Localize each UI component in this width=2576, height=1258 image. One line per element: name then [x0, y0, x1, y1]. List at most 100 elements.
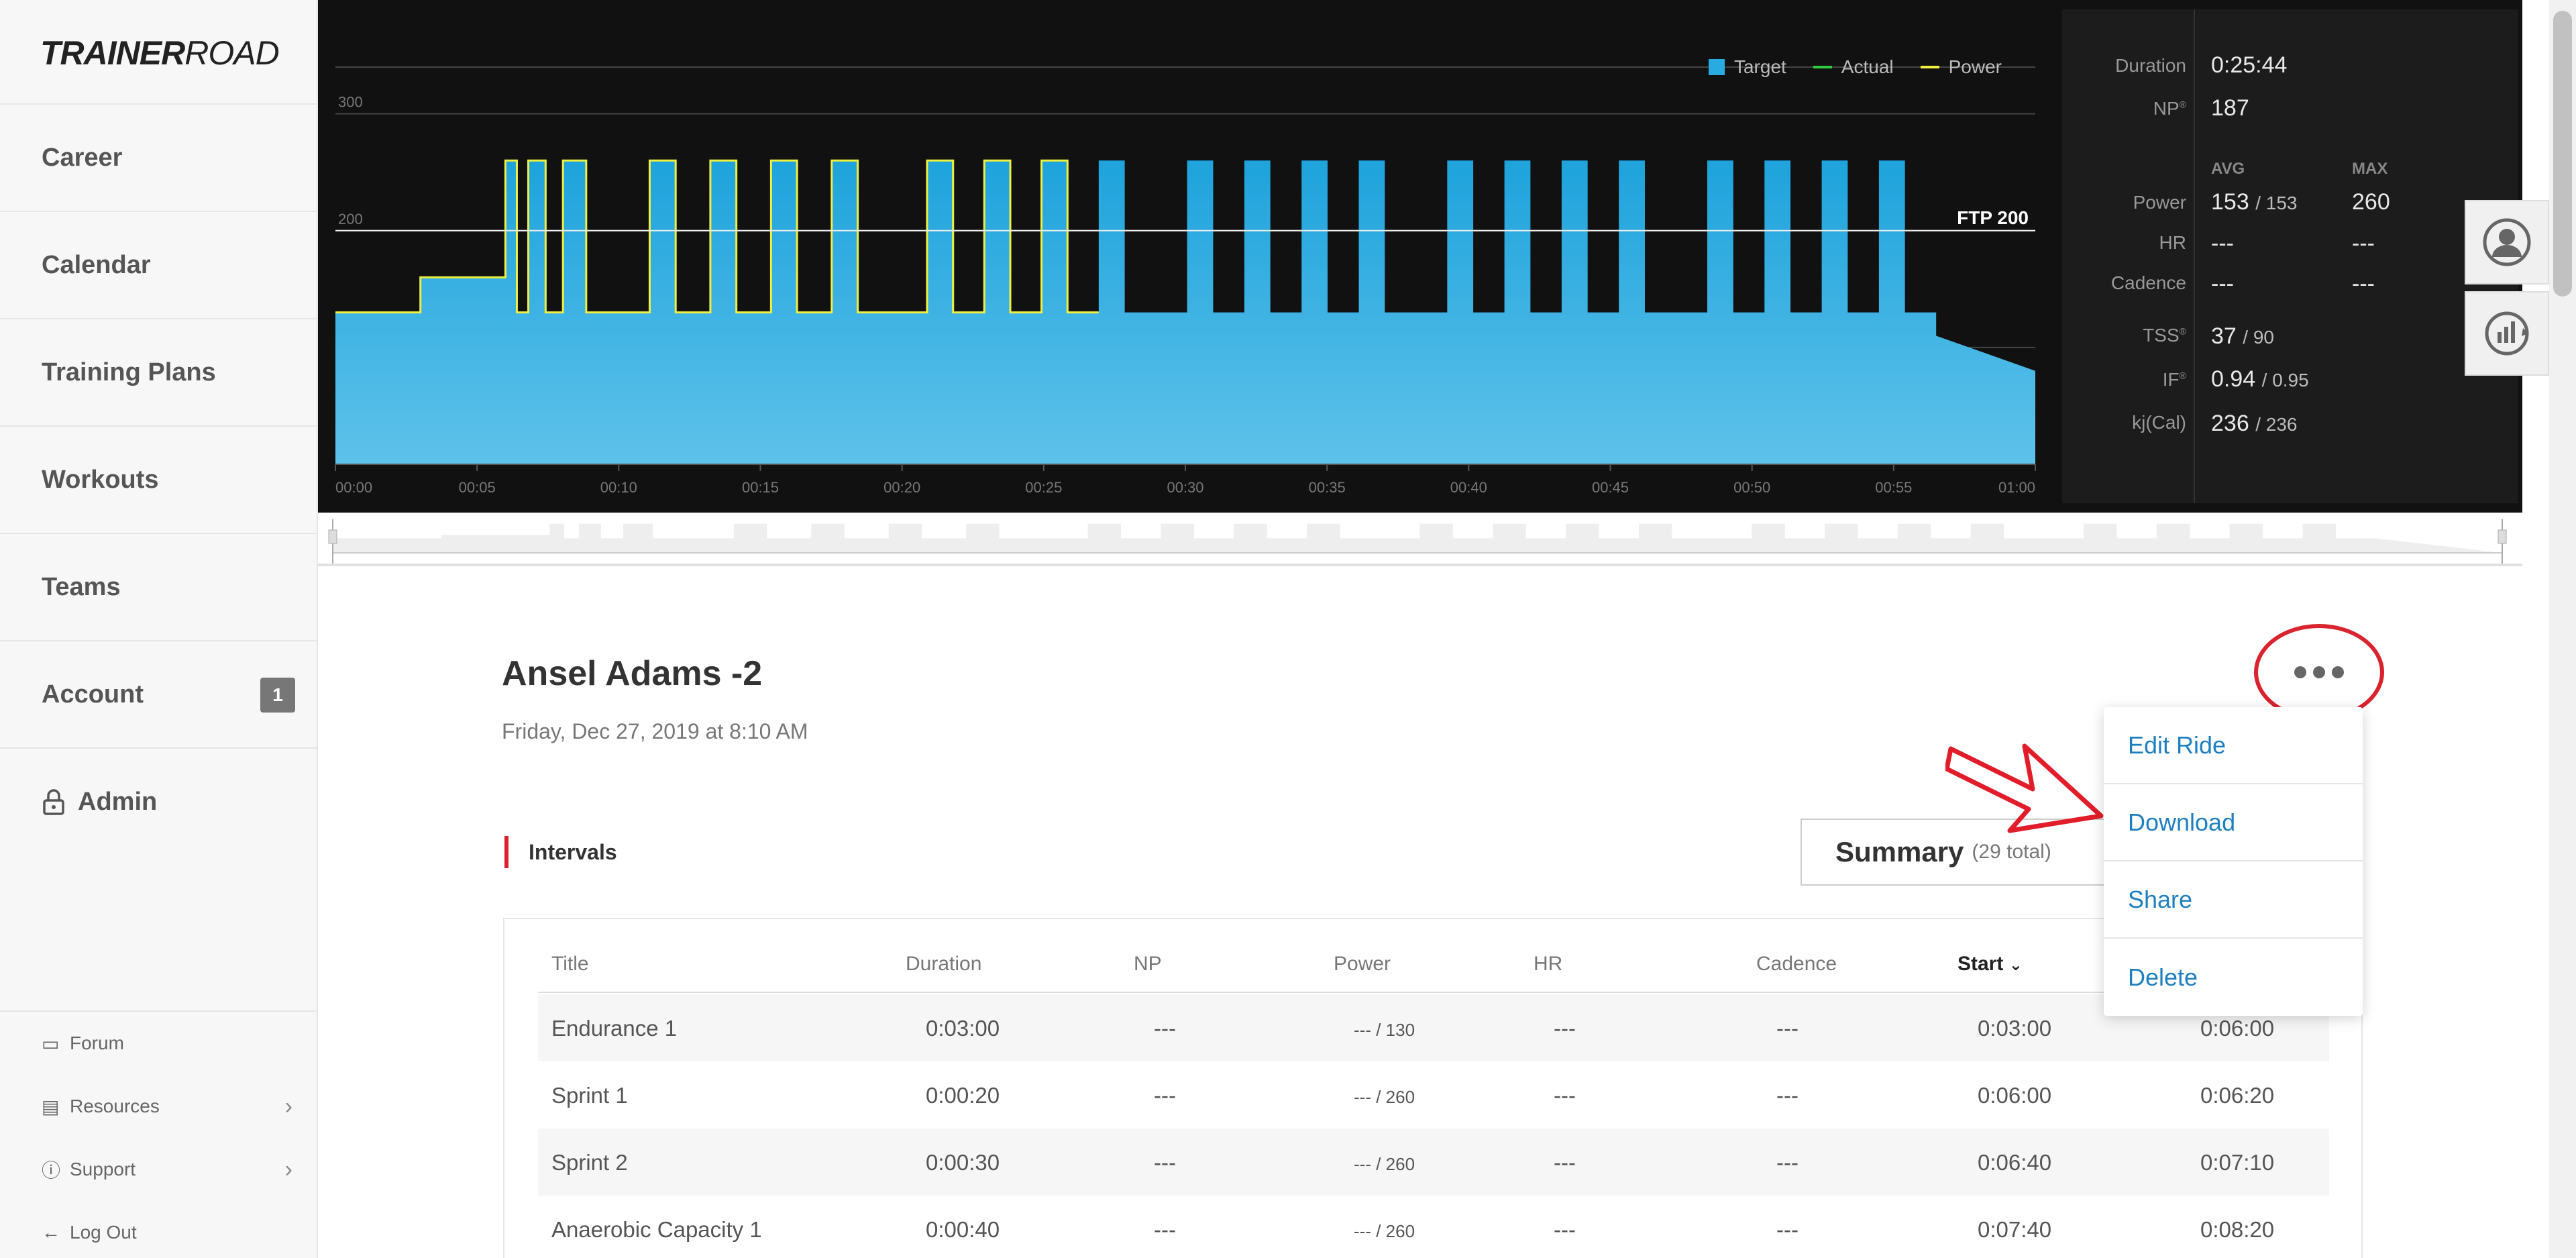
duration-label: Duration — [2115, 55, 2186, 76]
overview-svg — [328, 519, 2507, 564]
legend-swatch — [1813, 66, 1832, 68]
cell-power: --- / 130 — [1354, 1020, 1415, 1040]
cell-title: Sprint 1 — [551, 1083, 628, 1108]
sidebar-item-calendar[interactable]: Calendar — [0, 211, 317, 318]
trainerroad-logo[interactable]: TRAINERROAD — [40, 34, 280, 72]
notification-badge: 1 — [260, 678, 295, 713]
table-row[interactable]: Endurance 1 0:03:00 --- --- / 130 --- --… — [538, 994, 2329, 1061]
table-row[interactable]: Sprint 1 0:00:20 --- --- / 260 --- --- 0… — [538, 1061, 2329, 1129]
col-duration[interactable]: Duration — [906, 953, 981, 976]
cell-np: --- — [1154, 1217, 1176, 1242]
cell-end: 0:08:20 — [2200, 1217, 2275, 1242]
cell-end: 0:06:20 — [2200, 1083, 2275, 1108]
summary-count: (29 total) — [1972, 841, 2051, 863]
x-tick-label: 00:15 — [742, 479, 779, 496]
more-dot — [2332, 666, 2344, 678]
chart-legend: Target Actual Power — [1708, 56, 2002, 78]
hr-max-value: --- — [2352, 231, 2375, 256]
sidebar-item-account[interactable]: Account 1 — [0, 640, 317, 747]
x-tick-label: 00:05 — [459, 479, 496, 496]
x-tick-label: 00:30 — [1167, 479, 1203, 496]
chat-icon: ▭ — [42, 1033, 60, 1054]
cell-title: Sprint 2 — [551, 1150, 628, 1175]
profile-button[interactable] — [2465, 200, 2549, 284]
sidebar-footer: ▭ Forum ▤ Resources › ⓘ Support › ← Log Out — [0, 1010, 317, 1258]
x-tick-label: 00:40 — [1450, 479, 1487, 496]
cell-hr: --- — [1554, 1217, 1576, 1242]
col-hr[interactable]: HR — [1534, 953, 1562, 976]
cell-end: 0:06:00 — [2200, 1016, 2275, 1041]
cell-hr: --- — [1554, 1083, 1576, 1108]
max-header: MAX — [2352, 160, 2388, 178]
sidebar-item-workouts[interactable]: Workouts — [0, 425, 317, 533]
sidebar-nav: Career Calendar Training Plans Workouts … — [0, 103, 317, 855]
cell-duration: 0:00:20 — [926, 1083, 1000, 1108]
col-cadence[interactable]: Cadence — [1756, 953, 1837, 976]
table-row[interactable]: Anaerobic Capacity 1 0:00:40 --- --- / 2… — [538, 1196, 2329, 1258]
sidebar-item-label: Workouts — [42, 465, 159, 494]
table-row[interactable]: Sprint 2 0:00:30 --- --- / 260 --- --- 0… — [538, 1129, 2329, 1196]
x-tick-label: 00:45 — [1592, 479, 1629, 496]
cell-end: 0:07:10 — [2200, 1150, 2275, 1175]
x-tick-label: 00:00 — [335, 479, 372, 496]
menu-item-edit-ride[interactable]: Edit Ride — [2104, 707, 2363, 784]
col-title[interactable]: Title — [551, 953, 589, 976]
footer-link-forum[interactable]: ▭ Forum — [0, 1012, 317, 1075]
cell-title: Endurance 1 — [551, 1016, 678, 1041]
x-tick-label: 00:35 — [1309, 479, 1346, 496]
col-np[interactable]: NP — [1134, 953, 1162, 976]
y-tick-label: 300 — [338, 94, 363, 111]
intervals-heading: Intervals — [504, 836, 617, 868]
cell-hr: --- — [1554, 1016, 1576, 1041]
tss-value: 37 / 90 — [2211, 323, 2274, 349]
footer-link-label: Forum — [70, 1033, 124, 1053]
avg-header: AVG — [2211, 160, 2245, 178]
cell-np: --- — [1154, 1083, 1176, 1108]
chart-settings-button[interactable] — [2465, 291, 2549, 376]
footer-link-resources[interactable]: ▤ Resources › — [0, 1075, 317, 1138]
menu-item-download[interactable]: Download — [2104, 784, 2363, 861]
x-tick-label: 00:10 — [600, 479, 637, 496]
x-tick-label: 00:20 — [883, 479, 920, 496]
arrow-left-icon: ← — [42, 1222, 60, 1243]
kj-value: 236 / 236 — [2211, 411, 2298, 436]
sidebar-item-career[interactable]: Career — [0, 103, 317, 211]
sidebar-item-label: Admin — [78, 787, 158, 816]
x-tick-label: 01:00 — [1998, 479, 2035, 496]
cell-cadence: --- — [1776, 1016, 1799, 1041]
menu-item-delete[interactable]: Delete — [2104, 939, 2363, 1016]
sidebar-item-admin[interactable]: Admin — [0, 747, 317, 855]
col-start[interactable]: Start ⌄ — [1957, 953, 2023, 976]
footer-link-label: Resources — [70, 1096, 160, 1116]
hr-avg-value: --- — [2211, 231, 2234, 256]
ride-stats-panel: Duration 0:25:44 NP® 187 AVG MAX Power 1… — [2062, 9, 2518, 503]
chart-refresh-icon — [2485, 311, 2529, 356]
page-scrollbar[interactable] — [2549, 0, 2576, 1258]
sidebar-item-label: Calendar — [42, 250, 151, 279]
cell-np: --- — [1154, 1016, 1176, 1041]
more-options-button[interactable] — [2254, 624, 2384, 721]
x-tick-label: 00:50 — [1733, 479, 1770, 496]
help-icon: ⓘ — [42, 1160, 61, 1181]
ride-options-menu: Edit Ride Download Share Delete — [2104, 707, 2363, 1016]
sidebar-item-label: Career — [42, 143, 123, 172]
y-tick-label: 200 — [338, 211, 363, 227]
ftp-label: FTP 200 — [1957, 207, 2029, 228]
legend-actual: Actual — [1813, 56, 1894, 78]
footer-link-support[interactable]: ⓘ Support › — [0, 1138, 317, 1201]
timeline-scrubber[interactable] — [318, 513, 2522, 566]
workout-chart[interactable]: 300200100FTP 20000:0000:0500:1000:1500:2… — [318, 0, 2062, 513]
legend-swatch — [1920, 66, 1939, 68]
scrollbar-thumb[interactable] — [2553, 11, 2572, 297]
sidebar-item-label: Training Plans — [42, 358, 216, 386]
intervals-table: Title Duration NP Power HR Cadence Start… — [503, 918, 2363, 1258]
x-tick-label: 00:55 — [1875, 479, 1912, 496]
col-power[interactable]: Power — [1334, 953, 1391, 976]
sidebar-item-training-plans[interactable]: Training Plans — [0, 318, 317, 425]
ride-date: Friday, Dec 27, 2019 at 8:10 AM — [502, 719, 808, 743]
menu-item-share[interactable]: Share — [2104, 861, 2363, 939]
sidebar-item-teams[interactable]: Teams — [0, 533, 317, 640]
legend-power: Power — [1920, 56, 2002, 78]
footer-link-logout[interactable]: ← Log Out — [0, 1201, 317, 1258]
legend-swatch — [1708, 59, 1725, 75]
